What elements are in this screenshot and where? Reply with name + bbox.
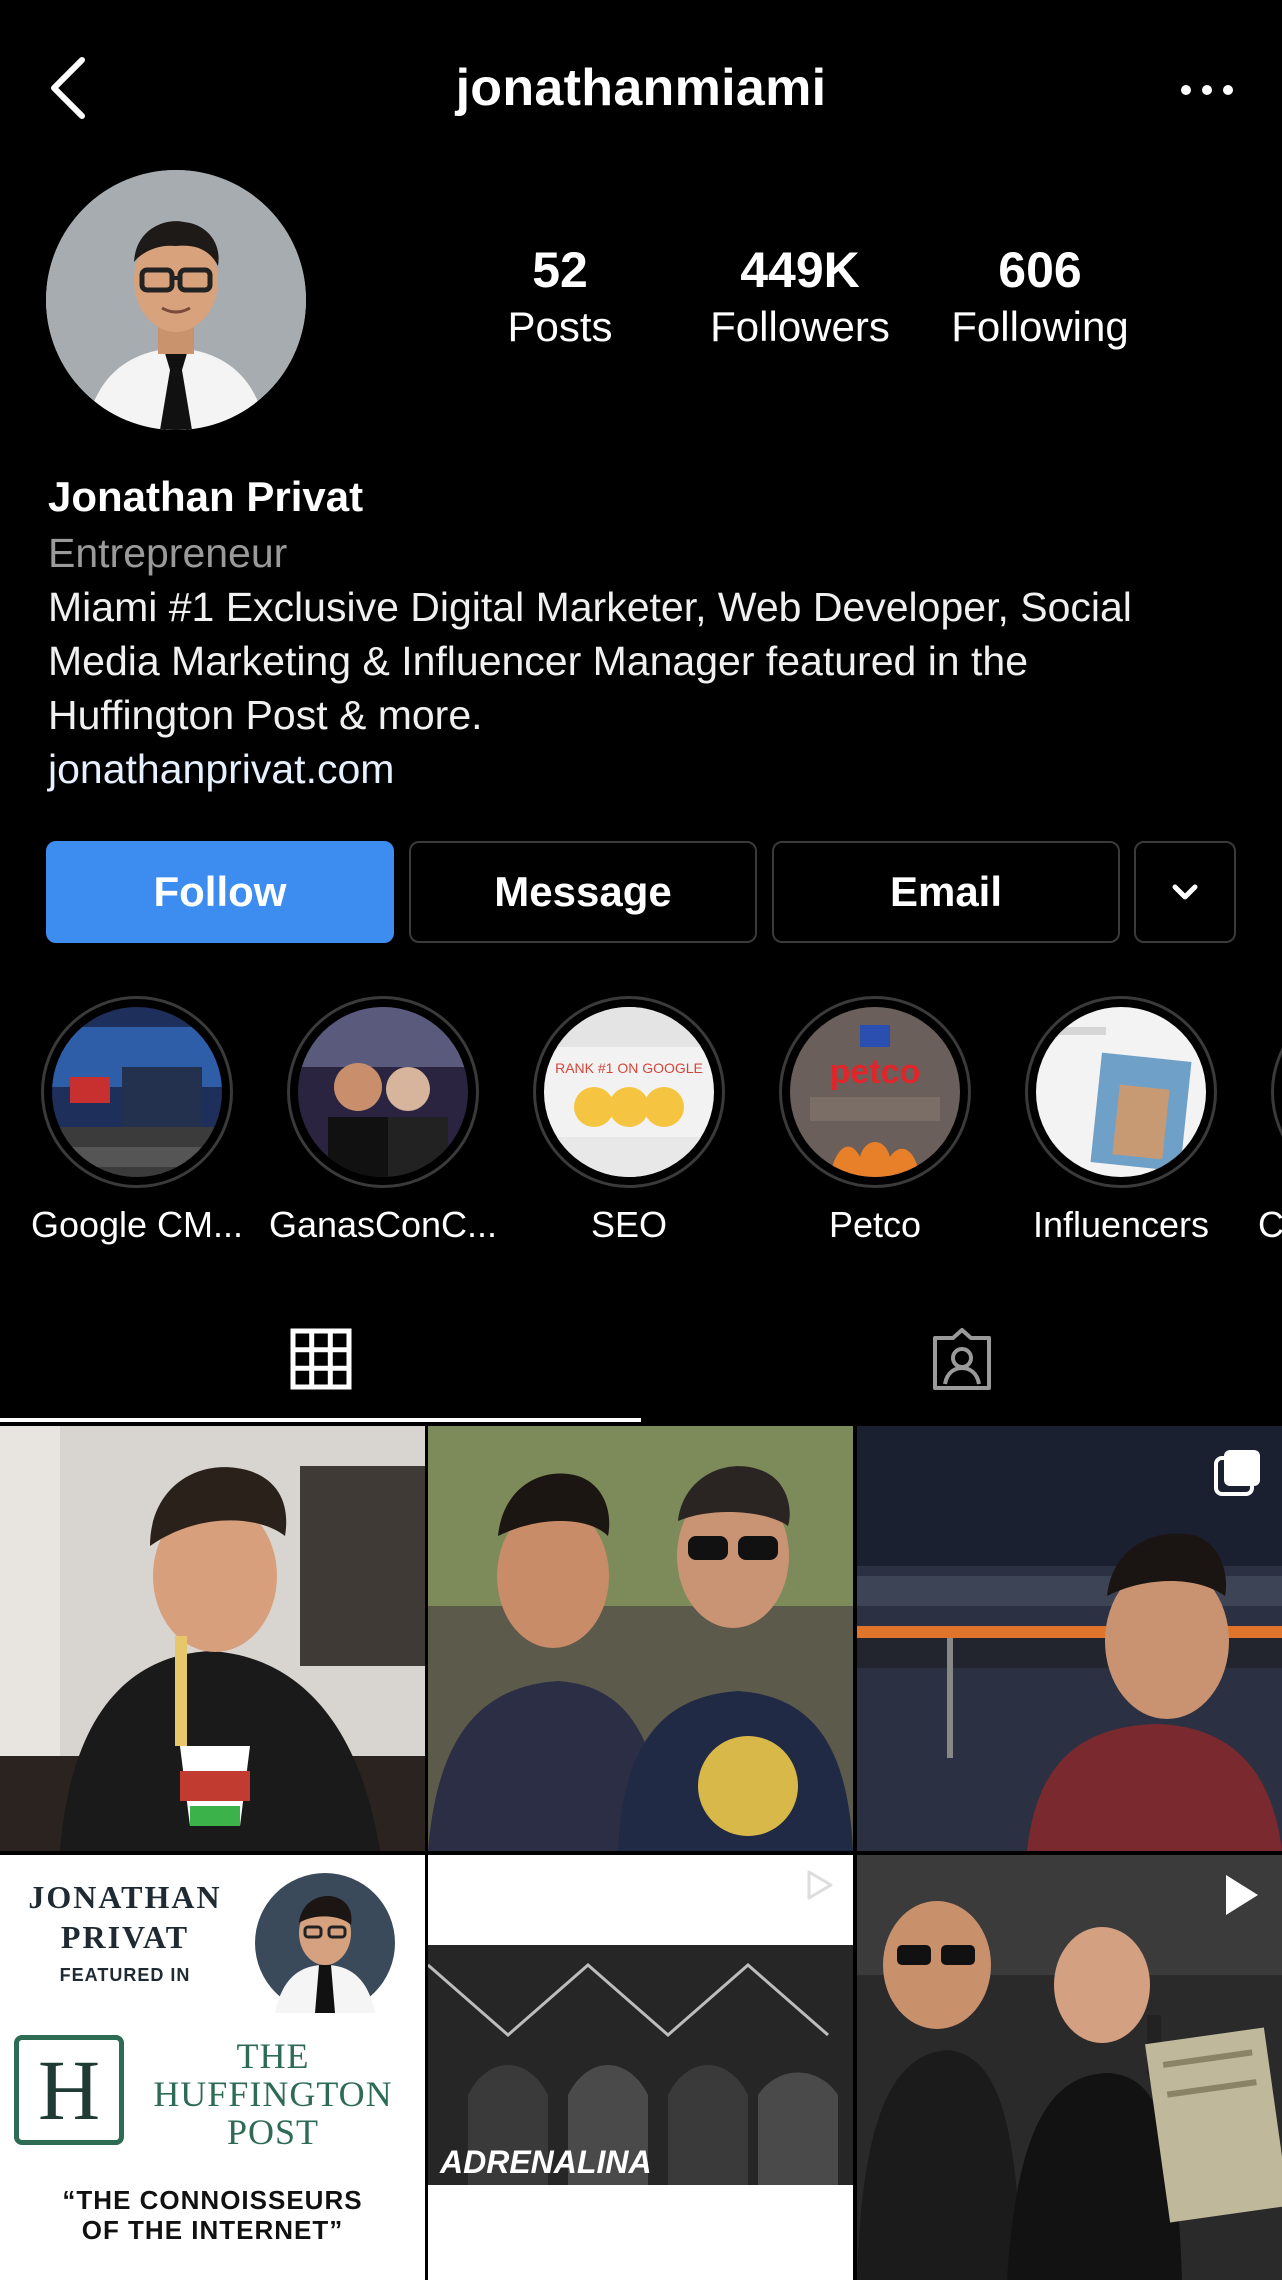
highlight-item[interactable]: C — [1244, 996, 1282, 1246]
highlight-item[interactable]: RANK #1 ON GOOGLE SEO — [506, 996, 752, 1246]
profile-category: Entrepreneur — [48, 530, 288, 576]
huffpost-portrait — [255, 1873, 395, 2013]
posts-label: Posts — [507, 303, 613, 350]
highlight-item[interactable]: petco Petco — [752, 996, 998, 1246]
posts-stat[interactable]: 52 Posts — [450, 240, 670, 354]
post-thumbnail[interactable] — [857, 1426, 1282, 1851]
post-image — [0, 1426, 425, 1851]
huffpost-name-line: PRIVAT — [60, 1919, 190, 1955]
post-image: ADRENALINA — [428, 1855, 853, 2280]
highlight-label: SEO — [590, 1204, 668, 1245]
highlight-ring — [1271, 996, 1282, 1188]
huffpost-quote: “THE CONNOISSEURS — [62, 2185, 363, 2215]
suggested-dropdown-button[interactable] — [1134, 841, 1236, 943]
top-bar: jonathanmiami — [0, 0, 1282, 180]
post-image — [428, 1426, 853, 1851]
highlight-ring — [1025, 996, 1217, 1188]
huffpost-featured-in: FEATURED IN — [59, 1965, 191, 1985]
highlight-label: Google CM... — [30, 1204, 244, 1245]
highlight-item[interactable]: Influencers — [998, 996, 1244, 1246]
highlight-cover — [1036, 1007, 1206, 1177]
following-count: 606 — [998, 242, 1082, 298]
followers-count: 449K — [740, 242, 860, 298]
highlight-ring — [287, 996, 479, 1188]
highlight-label: Petco — [828, 1204, 922, 1245]
following-label: Following — [951, 303, 1129, 350]
avatar-photo — [46, 170, 306, 430]
more-options-button[interactable] — [1172, 60, 1242, 120]
huffpost-the: THE — [236, 2036, 310, 2076]
highlight-item[interactable]: GanasConC... — [260, 996, 506, 1246]
huffpost-post: POST — [226, 2112, 320, 2152]
seo-cover-text: RANK #1 ON GOOGLE — [555, 1060, 703, 1076]
profile-avatar[interactable] — [46, 170, 306, 430]
highlight-ring — [41, 996, 233, 1188]
post-thumbnail[interactable] — [857, 1855, 1282, 2280]
carousel-icon — [1214, 1450, 1260, 1496]
profile-bio: Jonathan Privat Entrepreneur Miami #1 Ex… — [48, 468, 1248, 796]
highlight-label: GanasConC... — [268, 1204, 498, 1245]
highlight-label: C — [1258, 1204, 1282, 1245]
grid-icon — [290, 1328, 351, 1390]
post-thumbnail[interactable] — [0, 1426, 425, 1851]
chevron-down-icon — [1172, 884, 1198, 900]
post-thumbnail[interactable]: JONATHAN PRIVAT FEATURED IN H THE HUFFIN… — [0, 1855, 425, 2280]
posts-grid: JONATHAN PRIVAT FEATURED IN H THE HUFFIN… — [0, 1426, 1282, 2280]
highlight-cover — [52, 1007, 222, 1177]
highlight-cover: RANK #1 ON GOOGLE — [544, 1007, 714, 1177]
website-link[interactable]: jonathanprivat.com — [48, 742, 1248, 796]
video-icon — [1226, 1875, 1258, 1915]
bio-line: Media Marketing & Influencer Manager fea… — [48, 638, 1028, 684]
follow-button[interactable]: Follow — [46, 841, 394, 943]
highlight-item[interactable]: Google CM... — [14, 996, 260, 1246]
posts-count: 52 — [532, 242, 588, 298]
adrenalina-title: ADRENALINA — [439, 2144, 652, 2180]
video-icon — [807, 1870, 833, 1900]
followers-stat[interactable]: 449K Followers — [690, 240, 910, 354]
story-highlights: Google CM... GanasConC... RANK #1 ON GOO… — [0, 996, 1282, 1256]
tagged-icon — [932, 1328, 991, 1390]
huffpost-name-line: JONATHAN — [28, 1879, 222, 1915]
huffpost-quote: OF THE INTERNET” — [81, 2215, 344, 2245]
huffpost-huffington: HUFFINGTON — [153, 2074, 393, 2114]
highlight-ring: petco — [779, 996, 971, 1188]
highlight-ring: RANK #1 ON GOOGLE — [533, 996, 725, 1188]
email-button[interactable]: Email — [772, 841, 1120, 943]
bio-line: Huffington Post & more. — [48, 692, 483, 738]
following-stat[interactable]: 606 Following — [930, 240, 1150, 354]
post-thumbnail[interactable] — [428, 1426, 853, 1851]
tab-tagged[interactable] — [641, 1296, 1282, 1422]
profile-tabs — [0, 1296, 1282, 1422]
more-horizontal-icon — [1181, 85, 1233, 95]
petco-cover-text: petco — [830, 1053, 921, 1091]
bio-line: Miami #1 Exclusive Digital Marketer, Web… — [48, 584, 1132, 630]
highlight-label: Influencers — [1032, 1204, 1210, 1245]
highlight-cover: petco — [790, 1007, 960, 1177]
active-tab-indicator — [0, 1418, 641, 1422]
highlight-cover — [298, 1007, 468, 1177]
followers-label: Followers — [710, 303, 890, 350]
message-button[interactable]: Message — [409, 841, 757, 943]
profile-username: jonathanmiami — [455, 59, 827, 117]
post-thumbnail[interactable]: ADRENALINA — [428, 1855, 853, 2280]
huffpost-logo: H — [14, 2035, 124, 2145]
tab-posts-grid[interactable] — [0, 1296, 641, 1422]
display-name: Jonathan Privat — [48, 473, 364, 520]
